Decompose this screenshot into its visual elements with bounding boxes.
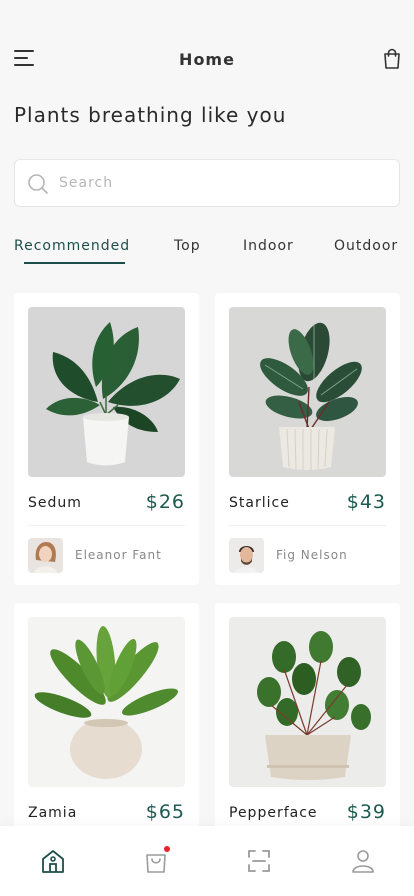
product-card[interactable]: Sedum $26 Eleanor Fant — [14, 293, 199, 585]
tab-recommended[interactable]: Recommended — [14, 238, 130, 254]
profile-icon[interactable] — [350, 848, 376, 874]
plant-image-calathea — [229, 307, 386, 477]
tab-top[interactable]: Top — [174, 238, 201, 254]
product-price: $26 — [145, 491, 185, 513]
product-card[interactable]: Starlice $43 Fig Nelson — [215, 293, 400, 585]
product-name: Pepperface — [229, 805, 318, 821]
product-name: Sedum — [28, 495, 82, 511]
tab-indoor[interactable]: Indoor — [243, 238, 294, 254]
app-header: Home — [0, 44, 414, 76]
tab-outdoor[interactable]: Outdoor — [334, 238, 398, 254]
category-tabs: Recommended Top Indoor Outdoor — [0, 238, 414, 268]
notification-badge — [164, 846, 170, 852]
search-input[interactable] — [59, 160, 389, 206]
search-box[interactable] — [14, 159, 400, 207]
avatar[interactable] — [229, 538, 264, 573]
bottom-nav — [0, 826, 414, 896]
product-price: $39 — [346, 801, 386, 823]
avatar[interactable] — [28, 538, 63, 573]
shopping-bag-icon[interactable] — [143, 846, 170, 874]
page-title: Home — [179, 50, 235, 69]
plant-image-monstera — [28, 307, 185, 477]
product-name: Starlice — [229, 495, 290, 511]
product-price: $65 — [145, 801, 185, 823]
scan-icon[interactable] — [246, 848, 272, 874]
owner-name: Fig Nelson — [276, 548, 348, 562]
home-icon[interactable] — [40, 848, 66, 874]
product-name: Zamia — [28, 805, 78, 821]
owner-name: Eleanor Fant — [75, 548, 162, 562]
headline: Plants breathing like you — [14, 103, 287, 127]
active-tab-indicator — [24, 262, 125, 264]
plant-image-peperomia — [229, 617, 386, 787]
plant-image-fern — [28, 617, 185, 787]
cart-icon[interactable] — [382, 48, 402, 70]
search-icon — [27, 173, 49, 195]
product-price: $43 — [346, 491, 386, 513]
card-divider — [28, 525, 185, 526]
card-divider — [229, 525, 386, 526]
